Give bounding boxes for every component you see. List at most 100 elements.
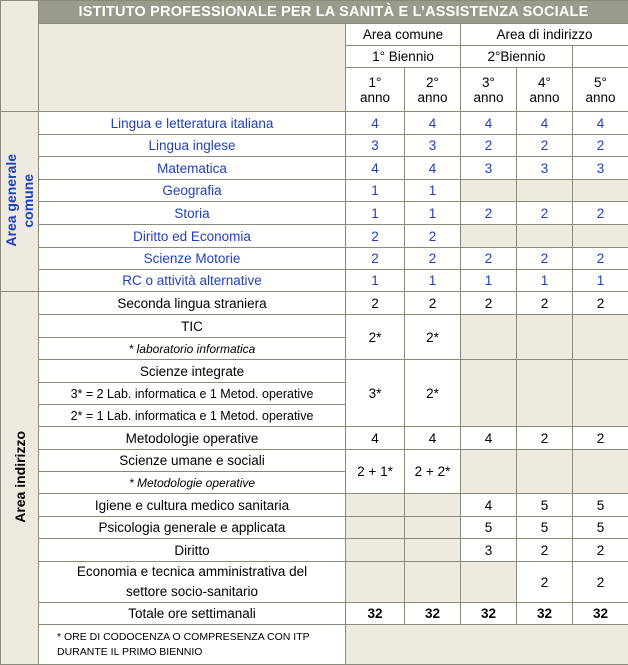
hours-cell: 2: [517, 562, 573, 603]
empty-hours-cell: [461, 180, 517, 202]
hours-cell: 3: [346, 135, 405, 157]
hours-cell: 2: [461, 292, 517, 315]
year-word: anno: [573, 90, 628, 105]
subject-note: * laboratorio informatica: [39, 338, 346, 360]
empty-hours-cell: [346, 494, 405, 517]
hours-cell: 2: [461, 202, 517, 225]
year-number: 1°: [346, 75, 404, 90]
footnote-line: * ORE DI CODOCENZA O COMPRESENZA CON ITP: [57, 630, 345, 645]
empty-hours-cell: [573, 315, 628, 360]
hours-cell: 5: [461, 517, 517, 539]
quinto-blank-header: [573, 46, 628, 68]
subject-name: Scienze umane e sociali: [39, 450, 346, 472]
hours-cell: 1: [346, 270, 405, 292]
subject-name: Scienze integrate: [39, 360, 346, 383]
hours-cell: 5: [517, 517, 573, 539]
subject-name: Diritto: [39, 539, 346, 562]
year-header-2: 2°anno: [405, 68, 461, 112]
hours-cell: 4: [405, 157, 461, 180]
subject-name: Matematica: [39, 157, 346, 180]
total-label: Totale ore settimanali: [39, 603, 346, 625]
hours-cell: 2*: [405, 360, 461, 427]
year-word: anno: [461, 90, 516, 105]
year-header-3: 3°anno: [461, 68, 517, 112]
subject-line: Economia e tecnica amministrativa del: [39, 562, 345, 582]
hours-cell: 5: [573, 494, 628, 517]
area-comune-header: Area comune: [346, 24, 461, 46]
footer-blank: [346, 625, 628, 665]
empty-hours-cell: [517, 360, 573, 427]
hours-cell: 2: [517, 248, 573, 270]
footnote: * ORE DI CODOCENZA O COMPRESENZA CON ITP…: [39, 625, 346, 665]
empty-hours-cell: [405, 562, 461, 603]
subject-name: Psicologia generale e applicata: [39, 517, 346, 539]
section-area-generale: Area generalecomune: [1, 112, 39, 292]
total-cell: 32: [517, 603, 573, 625]
section-label-line2: comune: [20, 173, 36, 227]
subject-name: Lingua inglese: [39, 135, 346, 157]
hours-cell: 2: [461, 248, 517, 270]
secondo-biennio-header: 2°Biennio: [461, 46, 573, 68]
page-title: ISTITUTO PROFESSIONALE PER LA SANITÀ E L…: [39, 1, 628, 24]
total-cell: 32: [346, 603, 405, 625]
hours-cell: 2: [573, 135, 628, 157]
hours-cell: 2: [573, 539, 628, 562]
empty-hours-cell: [573, 450, 628, 494]
subject-name: Scienze Motorie: [39, 248, 346, 270]
hours-cell: 2: [405, 225, 461, 248]
hours-cell: 2: [517, 539, 573, 562]
hours-cell: 1: [517, 270, 573, 292]
hours-cell: 5: [517, 494, 573, 517]
subject-name: Economia e tecnica amministrativa delset…: [39, 562, 346, 603]
hours-cell: 1: [405, 202, 461, 225]
hours-cell: 2: [405, 292, 461, 315]
hours-cell: 4: [461, 494, 517, 517]
empty-hours-cell: [461, 360, 517, 427]
empty-hours-cell: [405, 517, 461, 539]
hours-cell: 2: [573, 427, 628, 450]
hours-cell: 2: [517, 202, 573, 225]
hours-cell: 2: [517, 427, 573, 450]
year-header-5: 5°anno: [573, 68, 628, 112]
year-number: 5°: [573, 75, 628, 90]
empty-hours-cell: [573, 180, 628, 202]
hours-cell: 4: [461, 427, 517, 450]
subject-name: Lingua e letteratura italiana: [39, 112, 346, 135]
subject-line: settore socio-sanitario: [39, 582, 345, 602]
year-word: anno: [346, 90, 404, 105]
hours-cell: 3: [573, 157, 628, 180]
hours-cell: 2: [573, 248, 628, 270]
hours-cell: 2: [405, 248, 461, 270]
hours-cell: 2: [573, 562, 628, 603]
empty-hours-cell: [346, 539, 405, 562]
area-indirizzo-header: Area di indirizzo: [461, 24, 628, 46]
empty-hours-cell: [461, 225, 517, 248]
hours-cell: 4: [573, 112, 628, 135]
hours-cell: 2: [517, 292, 573, 315]
subject-name: Igiene e cultura medico sanitaria: [39, 494, 346, 517]
hours-cell: 3: [461, 539, 517, 562]
curriculum-table: ISTITUTO PROFESSIONALE PER LA SANITÀ E L…: [0, 0, 628, 665]
empty-hours-cell: [461, 450, 517, 494]
section-label-line1: Area generale: [3, 154, 19, 247]
hours-cell: 4: [346, 157, 405, 180]
subject-name: RC o attività alternative: [39, 270, 346, 292]
hours-cell: 2*: [346, 315, 405, 360]
hours-cell: 4: [346, 427, 405, 450]
subject-name: Seconda lingua straniera: [39, 292, 346, 315]
hours-cell: 2: [573, 292, 628, 315]
total-cell: 32: [461, 603, 517, 625]
year-number: 3°: [461, 75, 516, 90]
hours-cell: 2: [346, 248, 405, 270]
empty-hours-cell: [573, 225, 628, 248]
subject-name: Diritto ed Economia: [39, 225, 346, 248]
hours-cell: 3: [461, 157, 517, 180]
subject-name: Geografia: [39, 180, 346, 202]
hours-cell: 2: [573, 202, 628, 225]
empty-hours-cell: [517, 180, 573, 202]
subject-name: Storia: [39, 202, 346, 225]
year-number: 4°: [517, 75, 572, 90]
empty-hours-cell: [573, 360, 628, 427]
hours-cell: 1: [573, 270, 628, 292]
year-header-1: 1°anno: [346, 68, 405, 112]
